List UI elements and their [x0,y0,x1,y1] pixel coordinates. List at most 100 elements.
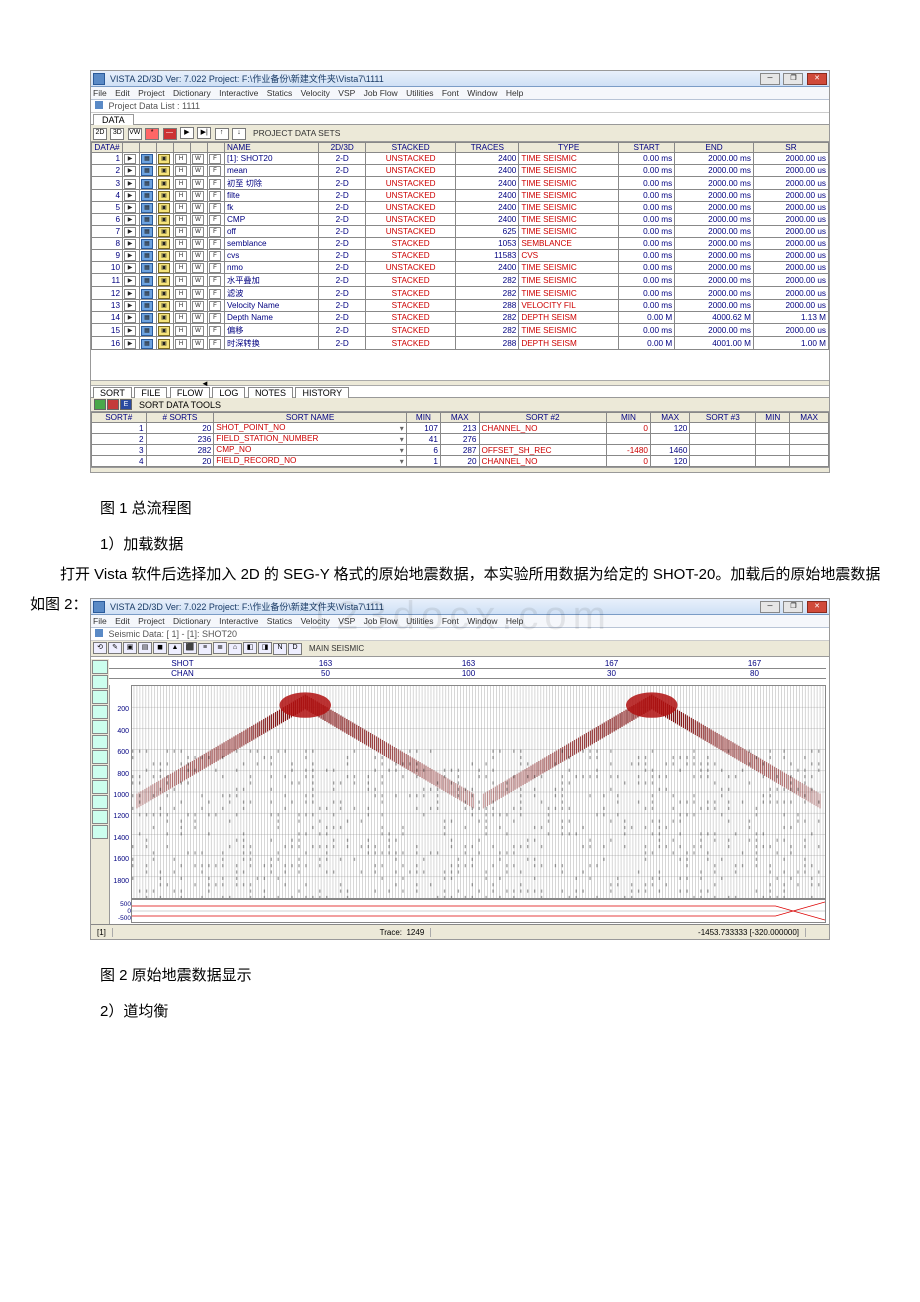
menu-item[interactable]: Job Flow [364,88,398,98]
data-row[interactable]: 3▶▦▣HWF初至 切除2-DUNSTACKED2400TIME SEISMIC… [92,177,829,190]
tool-icon[interactable]: ◧ [243,642,257,654]
side-tool-icon[interactable] [92,660,108,674]
menu-item[interactable]: VSP [338,616,355,626]
menu-item[interactable]: Statics [267,616,293,626]
side-tool-icon[interactable] [92,810,108,824]
side-tool-icon[interactable] [92,780,108,794]
tab-sort[interactable]: SORT [93,387,132,398]
data-row[interactable]: 12▶▦▣HWF滤波2-DSTACKED282TIME SEISMIC0.00 … [92,287,829,300]
menu-item[interactable]: Edit [115,88,130,98]
menu-item[interactable]: Font [442,616,459,626]
sort-tool-icon[interactable]: E [120,399,132,410]
data-row[interactable]: 7▶▦▣HWFoff2-DUNSTACKED625TIME SEISMIC0.0… [92,226,829,238]
menu-item[interactable]: Project [138,616,164,626]
side-tool-icon[interactable] [92,765,108,779]
menu-item[interactable]: Project [138,88,164,98]
tool-down-icon[interactable]: ↓ [232,128,246,140]
close-button[interactable]: ✕ [807,73,827,85]
side-tool-icon[interactable] [92,735,108,749]
tool-icon[interactable]: ▣ [123,642,137,654]
data-row[interactable]: 8▶▦▣HWFsemblance2-DSTACKED1053SEMBLANCE0… [92,238,829,250]
tool-icon[interactable]: ▲ [168,643,182,655]
tool-3d-icon[interactable]: 3D [110,128,124,140]
tool-end-icon[interactable]: ▶| [197,127,211,139]
tool-icon[interactable]: ≡ [198,643,212,655]
menu-item[interactable]: Job Flow [364,616,398,626]
tab-data[interactable]: DATA [93,114,134,125]
menu-item[interactable]: File [93,88,107,98]
tool-icon[interactable]: D [288,643,302,655]
tool-icon[interactable]: ⌂ [228,643,242,655]
side-tool-icon[interactable] [92,675,108,689]
menu-item[interactable]: Dictionary [173,616,211,626]
data-row[interactable]: 6▶▦▣HWFCMP2-DUNSTACKED2400TIME SEISMIC0.… [92,214,829,226]
tool-up-icon[interactable]: ↑ [215,128,229,140]
sort-toolbar-label: SORT DATA TOOLS [139,400,221,410]
minimize-button[interactable]: ─ [760,601,780,613]
menu-item[interactable]: Edit [115,616,130,626]
tool-icon[interactable]: ◼ [153,642,167,654]
tool-icon[interactable]: ≣ [213,642,227,654]
tab-file[interactable]: FILE [134,387,167,398]
menu-item[interactable]: Font [442,88,459,98]
tool-2d-icon[interactable]: 2D [93,128,107,140]
side-tool-icon[interactable] [92,825,108,839]
side-tool-icon[interactable] [92,720,108,734]
menu-item[interactable]: Interactive [219,88,258,98]
data-row[interactable]: 1▶▦▣HWF[1]: SHOT202-DUNSTACKED2400TIME S… [92,153,829,165]
menu-item[interactable]: Velocity [301,88,330,98]
data-row[interactable]: 14▶▦▣HWFDepth Name2-DSTACKED282DEPTH SEI… [92,312,829,324]
menu-item[interactable]: Window [467,88,497,98]
data-row[interactable]: 5▶▦▣HWFfk2-DUNSTACKED2400TIME SEISMIC0.0… [92,202,829,214]
close-button[interactable]: ✕ [807,601,827,613]
tool-icon[interactable]: ⬛ [183,642,197,654]
tab-log[interactable]: LOG [212,387,245,398]
tool-icon[interactable]: ◨ [258,642,272,654]
sort-tool-icon[interactable] [107,399,119,410]
sort-row[interactable]: 420FIELD_RECORD_NO ▾120CHANNEL_NO0120 [92,456,829,467]
minimize-button[interactable]: ─ [760,73,780,85]
menu-item[interactable]: Statics [267,88,293,98]
side-tool-icon[interactable] [92,750,108,764]
menu-item[interactable]: Utilities [406,616,433,626]
menu-item[interactable]: Interactive [219,616,258,626]
tool-del-icon[interactable]: — [163,128,177,140]
tool-icon[interactable]: ✎ [108,642,122,654]
data-row[interactable]: 15▶▦▣HWF偏移2-DSTACKED282TIME SEISMIC0.00 … [92,324,829,337]
tool-icon[interactable]: ▤ [138,642,152,654]
tab-notes[interactable]: NOTES [248,387,293,398]
sort-row[interactable]: 120SHOT_POINT_NO ▾107213CHANNEL_NO0120 [92,423,829,434]
data-row[interactable]: 16▶▦▣HWF时深转换2-DSTACKED288DEPTH SEISM0.00… [92,337,829,350]
tab-history[interactable]: HISTORY [295,387,349,398]
menu-item[interactable]: Utilities [406,88,433,98]
menu-item[interactable]: Help [506,616,523,626]
data-row[interactable]: 9▶▦▣HWFcvs2-DSTACKED11583CVS0.00 ms2000.… [92,250,829,262]
maximize-button[interactable]: ❐ [783,73,803,85]
menu-item[interactable]: File [93,616,107,626]
tool-icon[interactable]: N [273,643,287,655]
side-tool-icon[interactable] [92,690,108,704]
tool-play-icon[interactable]: ▶ [180,127,194,139]
menu-item[interactable]: Dictionary [173,88,211,98]
seismic-aux-plot[interactable] [131,899,826,923]
tool-add-icon[interactable]: * [145,128,159,140]
sort-tool-icon[interactable] [94,399,106,410]
menu-item[interactable]: VSP [338,88,355,98]
tool-vw-icon[interactable]: VW [128,128,142,140]
sort-row[interactable]: 2236FIELD_STATION_NUMBER ▾41276 [92,434,829,445]
sort-row[interactable]: 3282CMP_NO ▾6287OFFSET_SH_REC-14801460 [92,445,829,456]
data-row[interactable]: 11▶▦▣HWF水平叠加2-DSTACKED282TIME SEISMIC0.0… [92,274,829,287]
side-tool-icon[interactable] [92,705,108,719]
menu-item[interactable]: Help [506,88,523,98]
tool-icon[interactable]: ⟲ [93,642,107,654]
data-row[interactable]: 4▶▦▣HWFfilte2-DUNSTACKED2400TIME SEISMIC… [92,190,829,202]
data-row[interactable]: 2▶▦▣HWFmean2-DUNSTACKED2400TIME SEISMIC0… [92,165,829,177]
data-row[interactable]: 13▶▦▣HWFVelocity Name2-DSTACKED288VELOCI… [92,300,829,312]
seismic-plot[interactable] [131,685,826,899]
data-row[interactable]: 10▶▦▣HWFnmo2-DUNSTACKED2400TIME SEISMIC0… [92,262,829,274]
side-tool-icon[interactable] [92,795,108,809]
menu-item[interactable]: Window [467,616,497,626]
menu-item[interactable]: Velocity [301,616,330,626]
tab-flow[interactable]: FLOW [170,387,210,398]
maximize-button[interactable]: ❐ [783,601,803,613]
